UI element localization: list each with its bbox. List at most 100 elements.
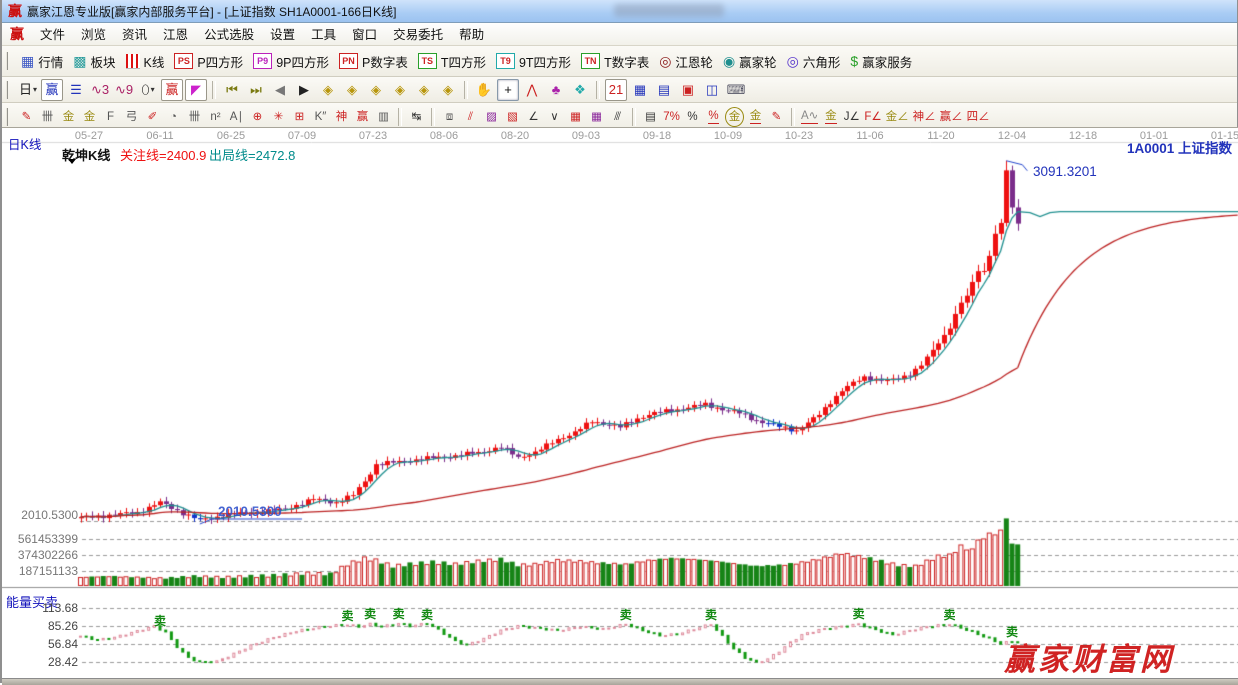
- spiral-icon[interactable]: 弓: [122, 107, 141, 127]
- candle-style-dropdown[interactable]: ⬯ ▾: [137, 79, 159, 101]
- toolbar-grip[interactable]: [6, 52, 12, 70]
- expand-diamond-icon[interactable]: ◈: [413, 79, 435, 101]
- rect-tool-icon[interactable]: ⧈: [440, 107, 459, 127]
- gann-tree-icon[interactable]: ♣: [545, 79, 567, 101]
- info-panel-icon[interactable]: ☰: [65, 79, 87, 101]
- winner-red-icon[interactable]: 赢: [161, 78, 183, 101]
- a-wave-icon[interactable]: A∿: [800, 107, 819, 127]
- expand-all-diamond-icon[interactable]: ◈: [437, 79, 459, 101]
- angle-measure-icon[interactable]: ⋀: [521, 79, 543, 101]
- gann-grid-box-icon[interactable]: ⊞: [290, 107, 309, 127]
- menu-window[interactable]: 窗口: [344, 26, 385, 44]
- stat-table-icon[interactable]: ▤: [641, 107, 660, 127]
- menu-settings[interactable]: 设置: [262, 26, 303, 44]
- dense-grid2-icon[interactable]: ▦: [587, 107, 606, 127]
- winner-wheel-button[interactable]: ◉ 赢家轮: [718, 50, 782, 73]
- next-bar-button[interactable]: ▶: [293, 79, 315, 101]
- quotes-button[interactable]: ▦ 行情: [16, 50, 68, 73]
- menu-help[interactable]: 帮助: [451, 26, 492, 44]
- ying-tool-icon[interactable]: 赢: [353, 107, 372, 127]
- menu-formula-pick[interactable]: 公式选股: [196, 26, 262, 44]
- percent7-icon[interactable]: 7%: [662, 107, 681, 127]
- time-circle-icon[interactable]: ◔: [164, 107, 183, 127]
- toolbar-grip[interactable]: [6, 108, 12, 126]
- angle-lines-icon[interactable]: ∠: [524, 107, 543, 127]
- menu-file[interactable]: 文件: [32, 26, 73, 44]
- gann-fan-icon[interactable]: ⫽: [461, 107, 480, 127]
- shen-angle-icon[interactable]: 神∠: [912, 107, 937, 127]
- brush-icon[interactable]: ✐: [143, 107, 162, 127]
- j-angle-icon[interactable]: J∠: [842, 107, 861, 127]
- zoom-left-diamond-icon[interactable]: ◈: [317, 79, 339, 101]
- gann-star-icon[interactable]: ✳: [269, 107, 288, 127]
- hexagon-button[interactable]: ◎ 六角形: [782, 50, 846, 73]
- t-square-button[interactable]: TS T四方形: [413, 50, 491, 73]
- menu-gann[interactable]: 江恩: [155, 26, 196, 44]
- tick-ruler-icon[interactable]: 卌: [185, 107, 204, 127]
- kline-period-dropdown[interactable]: 日 ▾: [17, 79, 39, 101]
- 9t-square-button[interactable]: T9 9T四方形: [491, 50, 576, 73]
- save-icon[interactable]: ▣: [677, 79, 699, 101]
- gold-gate-icon[interactable]: 金: [59, 107, 78, 127]
- volume-profile-icon[interactable]: ◤: [185, 78, 207, 101]
- gold-gate2-icon[interactable]: 金: [80, 107, 99, 127]
- chevron-down-icon[interactable]: [68, 159, 76, 164]
- gold-angle-icon[interactable]: 金∠: [885, 107, 910, 127]
- p-number-table-button[interactable]: PN P数字表: [334, 50, 413, 73]
- price-grid-icon[interactable]: ▥: [374, 107, 393, 127]
- 9p-square-button[interactable]: P9 9P四方形: [248, 50, 334, 73]
- kline-button[interactable]: K线: [121, 50, 170, 73]
- zigzag-icon[interactable]: ∨: [545, 107, 564, 127]
- menu-news[interactable]: 资讯: [114, 26, 155, 44]
- t-number-table-button[interactable]: TN T数字表: [576, 50, 654, 73]
- winner-service-button[interactable]: $ 赢家服务: [845, 50, 917, 73]
- pan-hand-icon[interactable]: ✋: [473, 79, 495, 101]
- dense-grid-icon[interactable]: ▦: [566, 107, 585, 127]
- ying-angle-icon[interactable]: 赢∠: [939, 107, 964, 127]
- calculator-icon[interactable]: ▦: [629, 79, 651, 101]
- kline-chart-canvas[interactable]: [2, 128, 1238, 684]
- toolbar-grip[interactable]: [6, 80, 12, 99]
- menu-browse[interactable]: 浏览: [73, 26, 114, 44]
- k-quote-icon[interactable]: K″: [311, 107, 330, 127]
- menu-tools[interactable]: 工具: [303, 26, 344, 44]
- zoom-right-diamond-icon[interactable]: ◈: [341, 79, 363, 101]
- shen-tool-icon[interactable]: 神: [332, 107, 351, 127]
- parallel-lines-icon[interactable]: ⫻: [608, 107, 627, 127]
- percent-line-icon[interactable]: %: [704, 107, 723, 127]
- data-sync-icon[interactable]: ◫: [701, 79, 723, 101]
- compress-diamond-icon[interactable]: ◈: [389, 79, 411, 101]
- p-square-button[interactable]: PS P四方形: [169, 50, 248, 73]
- gold-circle-icon[interactable]: 金: [725, 107, 744, 127]
- a-measure-icon[interactable]: A∣: [227, 107, 246, 127]
- fan-box-icon[interactable]: ▨: [482, 107, 501, 127]
- width-measure-icon[interactable]: ↹: [407, 107, 426, 127]
- sectors-button[interactable]: ▩ 板块: [68, 50, 120, 73]
- fan-box2-icon[interactable]: ▧: [503, 107, 522, 127]
- calendar-icon[interactable]: 21: [605, 78, 627, 101]
- wave9-icon[interactable]: ∿9: [113, 79, 135, 101]
- four-angle-icon[interactable]: 四∠: [966, 107, 991, 127]
- prev-bar-button[interactable]: ◀: [269, 79, 291, 101]
- gold-underline-icon[interactable]: 金: [821, 107, 840, 127]
- gold-line-icon[interactable]: 金: [746, 107, 765, 127]
- draw-pen-icon[interactable]: ✎: [17, 107, 36, 127]
- notes-icon[interactable]: ▤: [653, 79, 675, 101]
- ink-pen-icon[interactable]: ✎: [767, 107, 786, 127]
- menu-trade[interactable]: 交易委托: [385, 26, 451, 44]
- wave3-icon[interactable]: ∿3: [89, 79, 111, 101]
- winner-overlay-icon[interactable]: 赢: [41, 78, 63, 101]
- gann-wheel-button[interactable]: ◎ 江恩轮: [654, 50, 718, 73]
- gann-circle-icon[interactable]: ⊕: [248, 107, 267, 127]
- first-bar-button[interactable]: ⏮: [221, 79, 243, 101]
- f-ruler-icon[interactable]: F: [101, 107, 120, 127]
- dragon-icon[interactable]: ❖: [569, 79, 591, 101]
- last-bar-button[interactable]: ⏭: [245, 79, 267, 101]
- remote-service-icon[interactable]: ⌨: [725, 79, 747, 101]
- crosshair-icon[interactable]: +: [497, 78, 519, 101]
- grid-ruler-icon[interactable]: 卌: [38, 107, 57, 127]
- n-squared-icon[interactable]: n²: [206, 107, 225, 127]
- zoom-horizontal-diamond-icon[interactable]: ◈: [365, 79, 387, 101]
- percent-icon[interactable]: %: [683, 107, 702, 127]
- f-angle-icon[interactable]: F∠: [863, 107, 882, 127]
